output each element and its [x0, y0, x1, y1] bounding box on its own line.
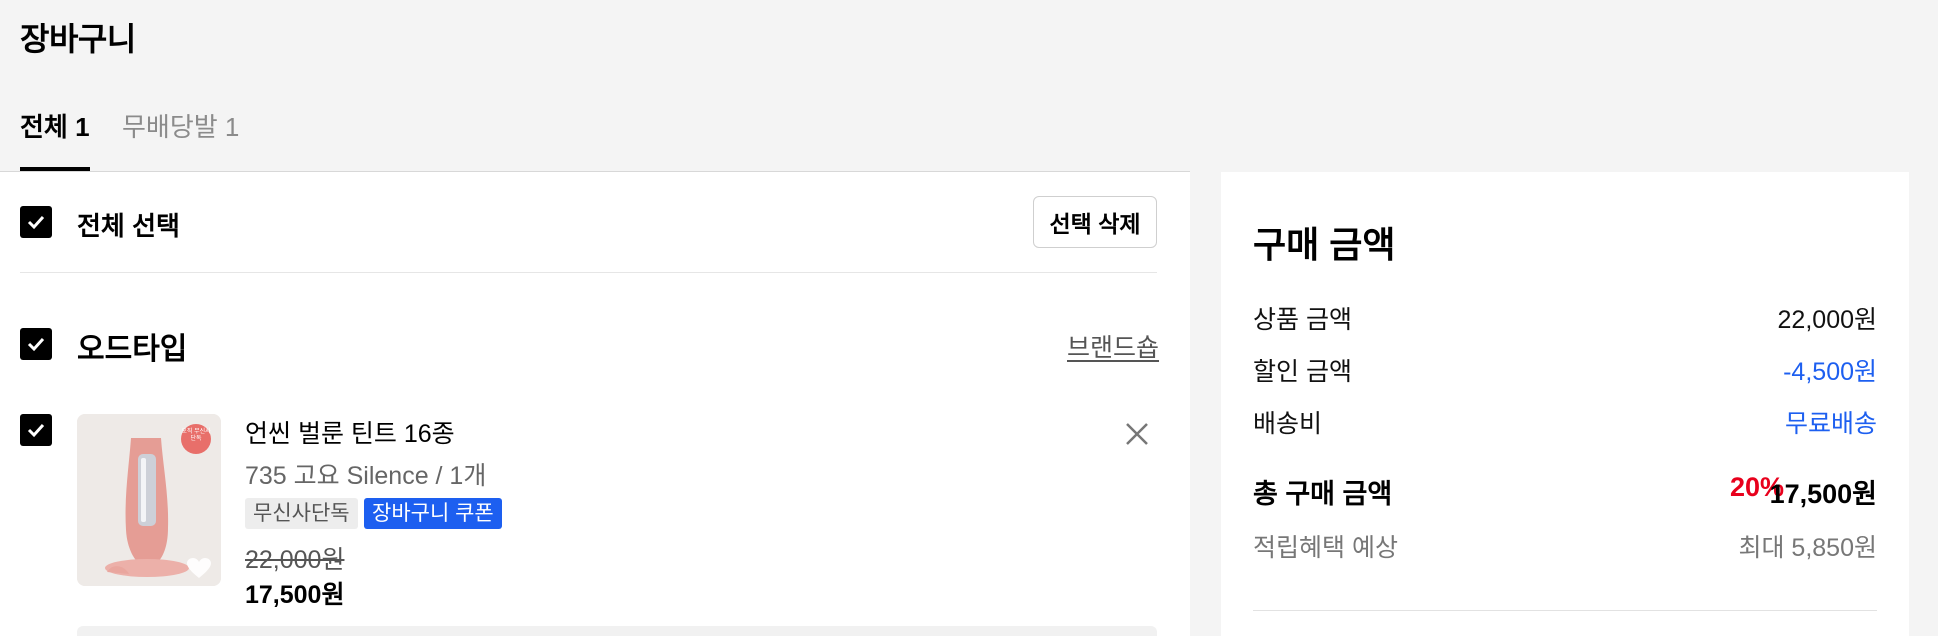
section-divider	[20, 272, 1157, 273]
product-thumbnail[interactable]: 오직 무신사 단독	[77, 414, 221, 586]
tab-free-shipping[interactable]: 무배당발 1	[122, 112, 239, 171]
check-icon	[27, 423, 45, 438]
brand-shop-link[interactable]: 브랜드숍	[1067, 328, 1159, 364]
total-amount-label: 총 구매 금액	[1253, 479, 1393, 509]
brand-checkbox[interactable]	[20, 328, 52, 360]
shipping-fee-value: 무료배송	[1784, 410, 1877, 438]
option-change-bar[interactable]	[77, 626, 1157, 636]
shipping-fee-label: 배송비	[1253, 410, 1323, 438]
product-name[interactable]: 언씬 벌룬 틴트 16종	[245, 414, 455, 450]
check-icon	[27, 215, 45, 230]
brand-name: 오드타입	[77, 333, 188, 366]
summary-divider	[1253, 610, 1877, 611]
sale-price: 17,500원	[245, 581, 345, 609]
cart-item-panel: 전체 선택 선택 삭제 오드타입 브랜드숍 오직 무신사 단독 언씬 벌룬 틴트…	[0, 172, 1190, 636]
tab-all[interactable]: 전체 1	[20, 112, 90, 171]
delete-selected-button[interactable]: 선택 삭제	[1033, 196, 1157, 248]
select-all-label: 전체 선택	[77, 211, 180, 241]
exclusive-badge: 무신사단독	[245, 498, 358, 529]
product-amount-label: 상품 금액	[1253, 306, 1352, 334]
cart-coupon-badge: 장바구니 쿠폰	[364, 498, 502, 529]
summary-title: 구매 금액	[1253, 224, 1396, 265]
close-icon[interactable]	[1122, 419, 1152, 449]
original-price: 22,000원	[245, 546, 345, 574]
total-amount-value: 17,500원	[1769, 479, 1877, 509]
cart-tabs: 전체 1 무배당발 1	[0, 100, 1190, 172]
thumbnail-badge: 오직 무신사 단독	[181, 424, 211, 454]
discount-amount-label: 할인 금액	[1253, 358, 1352, 386]
cart-page: 장바구니 전체 1 무배당발 1 전체 선택 선택 삭제 오드타입 브랜드숍 오…	[0, 0, 1938, 636]
select-all-checkbox[interactable]	[20, 206, 52, 238]
discount-amount-value: -4,500원	[1783, 358, 1877, 386]
reward-value: 최대 5,850원	[1738, 534, 1877, 562]
check-icon	[27, 337, 45, 352]
product-amount-value: 22,000원	[1777, 306, 1877, 334]
item-checkbox[interactable]	[20, 414, 52, 446]
purchase-summary-panel: 구매 금액 상품 금액 22,000원 할인 금액 -4,500원 배송비 무료…	[1221, 172, 1909, 636]
reward-label: 적립혜택 예상	[1253, 534, 1398, 562]
product-option: 735 고요 Silence / 1개	[245, 462, 487, 490]
page-title: 장바구니	[20, 21, 136, 57]
heart-icon[interactable]	[185, 556, 213, 580]
